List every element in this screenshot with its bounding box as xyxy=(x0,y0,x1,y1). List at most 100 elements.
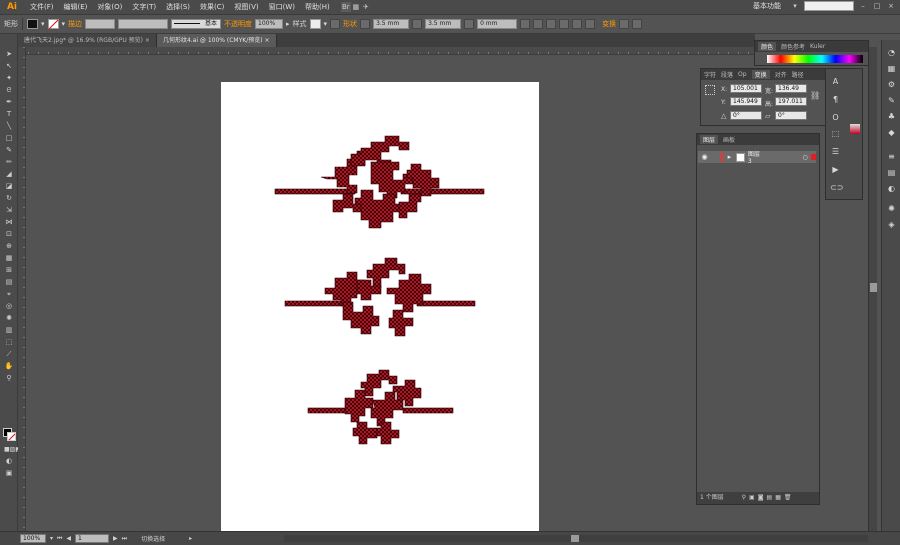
rectangle-tool-icon[interactable]: □ xyxy=(4,134,14,143)
brush-field[interactable]: 基本 xyxy=(171,19,222,29)
symbol-sprayer-tool-icon[interactable]: ✺ xyxy=(4,314,14,323)
panel-menu-icon[interactable] xyxy=(632,19,643,29)
align-center-icon[interactable] xyxy=(533,19,544,29)
layers-icon[interactable]: ◈ xyxy=(886,220,897,230)
tab-paragraph[interactable]: 段落 xyxy=(721,70,733,79)
tab-artboards[interactable]: 画板 xyxy=(723,135,735,144)
menu-help[interactable]: 帮助(H) xyxy=(300,2,335,12)
tab-pathfinder[interactable]: 路径 xyxy=(792,70,804,79)
sync-icon[interactable]: ✈ xyxy=(361,2,371,12)
link-icon[interactable] xyxy=(412,19,423,29)
shape-label[interactable]: 形状 xyxy=(343,19,357,29)
auspicious-cloud-3[interactable] xyxy=(307,369,454,445)
corner-radius-field[interactable]: 0 mm xyxy=(477,19,518,29)
align-top-icon[interactable] xyxy=(559,19,570,29)
selection-tool-icon[interactable]: ➤ xyxy=(4,50,14,59)
selection-indicator[interactable] xyxy=(810,154,817,160)
menu-window[interactable]: 窗口(W) xyxy=(264,2,300,12)
gradient-tool-icon[interactable]: ▤ xyxy=(4,278,14,287)
rotate-tool-icon[interactable]: ↻ xyxy=(4,194,14,203)
width-field[interactable]: 3.5 mm xyxy=(373,19,410,29)
isolate-icon[interactable] xyxy=(619,19,630,29)
transparency-icon[interactable]: ◐ xyxy=(886,184,897,194)
bridge-icon[interactable]: Br xyxy=(340,2,351,12)
minimize-icon[interactable]: – xyxy=(858,1,868,11)
x-field[interactable]: 105.001 xyxy=(730,84,762,93)
width-tool-icon[interactable]: ⋈ xyxy=(4,218,14,227)
chevron-down-icon[interactable]: ▾ xyxy=(62,20,66,28)
tab-opentype[interactable]: Op xyxy=(738,71,747,78)
lasso-tool-icon[interactable]: ᘓ xyxy=(4,86,14,95)
perspective-grid-tool-icon[interactable]: ▦ xyxy=(4,254,14,263)
scale-tool-icon[interactable]: ⇲ xyxy=(4,206,14,215)
pathfinder-icon[interactable]: ▶ xyxy=(830,165,841,175)
previous-artboard-icon[interactable]: ◀ xyxy=(66,535,71,542)
paintbrush-tool-icon[interactable]: ✎ xyxy=(4,146,14,155)
blend-tool-icon[interactable]: ◎ xyxy=(4,302,14,311)
line-tool-icon[interactable]: ╲ xyxy=(4,122,14,131)
shape-builder-tool-icon[interactable]: ⊕ xyxy=(4,242,14,251)
stroke-weight-field[interactable] xyxy=(85,19,116,29)
appearance-icon[interactable]: ✺ xyxy=(886,204,897,214)
chevron-down-icon[interactable]: ▾ xyxy=(790,1,800,11)
hand-tool-icon[interactable]: ✋ xyxy=(4,362,14,371)
chevron-down-icon[interactable]: ▾ xyxy=(50,535,53,542)
target-icon[interactable]: ○ xyxy=(802,154,807,161)
eraser-tool-icon[interactable]: ◪ xyxy=(4,182,14,191)
menu-object[interactable]: 对象(O) xyxy=(92,2,127,12)
tab-character[interactable]: 字符 xyxy=(704,70,716,79)
tab-document-2[interactable]: 几何形纹4.ai @ 100% (CMYK/预览) × xyxy=(156,34,277,47)
close-icon[interactable]: × xyxy=(145,37,150,44)
pen-tool-icon[interactable]: ✒ xyxy=(4,98,14,107)
arrange-icon[interactable]: ▦ xyxy=(351,2,361,12)
stroke-label[interactable]: 描边 xyxy=(68,19,82,29)
workspace-switcher[interactable]: 基本功能 xyxy=(748,1,786,11)
auspicious-cloud-2[interactable] xyxy=(284,257,476,337)
brushes-icon[interactable]: ✎ xyxy=(886,96,897,106)
menu-view[interactable]: 视图(V) xyxy=(229,2,263,12)
fill-swatch[interactable] xyxy=(27,19,38,29)
swatches-icon[interactable]: ⚙ xyxy=(886,80,897,90)
opacity-field[interactable]: 100% xyxy=(255,19,284,29)
color-mode-icons[interactable]: ■▨◩ xyxy=(4,445,21,454)
direct-selection-tool-icon[interactable]: ↖ xyxy=(4,62,14,71)
lock-toggle[interactable] xyxy=(711,153,718,161)
horizontal-ruler[interactable] xyxy=(18,47,868,55)
help-search-input[interactable] xyxy=(804,1,854,11)
eyedropper-tool-icon[interactable]: ⌖ xyxy=(4,290,14,299)
rotate-field[interactable]: 0° xyxy=(730,111,762,120)
chevron-down-icon[interactable]: ▾ xyxy=(41,20,45,28)
character-icon[interactable]: A xyxy=(830,77,841,87)
color-icon[interactable]: ◔ xyxy=(886,48,897,58)
graphic-styles-icon[interactable]: ◆ xyxy=(886,128,897,138)
layer-name[interactable]: 图层 3 xyxy=(748,149,764,165)
recolor-icon[interactable] xyxy=(330,19,341,29)
status-mode-text[interactable]: 切换选择 xyxy=(141,534,165,543)
footer-icons[interactable]: ⚲▣◙▤▦🗑 xyxy=(742,494,795,501)
last-artboard-icon[interactable]: ⏭ xyxy=(122,535,127,543)
corner-icon[interactable] xyxy=(464,19,475,29)
chevron-right-icon[interactable]: ▸ xyxy=(726,153,733,161)
opentype-icon[interactable]: O xyxy=(830,113,841,123)
zoom-field[interactable]: 100% xyxy=(20,534,46,543)
tab-color-guide[interactable]: 颜色参考 xyxy=(781,42,805,51)
artboard[interactable] xyxy=(221,82,539,531)
horizontal-scrollbar[interactable] xyxy=(284,535,868,542)
align-right-icon[interactable] xyxy=(546,19,557,29)
height-field[interactable]: 3.5 mm xyxy=(425,19,462,29)
next-artboard-icon[interactable]: ▶ xyxy=(113,535,118,542)
paragraph-icon[interactable]: ¶ xyxy=(830,95,841,105)
color-spectrum-bar[interactable] xyxy=(767,55,863,63)
blob-brush-tool-icon[interactable]: ◢ xyxy=(4,170,14,179)
layer-row[interactable]: ◉ ▸ 图层 3 ○ xyxy=(698,149,817,165)
maximize-icon[interactable]: □ xyxy=(872,1,882,11)
transform-icon[interactable]: ⬚ xyxy=(830,129,841,139)
scroll-thumb[interactable] xyxy=(571,535,579,542)
pencil-tool-icon[interactable]: ✏ xyxy=(4,158,14,167)
auspicious-cloud-1[interactable] xyxy=(274,135,485,229)
h-field[interactable]: 197.011 xyxy=(775,97,807,106)
chevron-right-icon[interactable]: ▸ xyxy=(286,20,290,28)
menu-edit[interactable]: 编辑(E) xyxy=(59,2,93,12)
menu-effect[interactable]: 效果(C) xyxy=(195,2,229,12)
menu-file[interactable]: 文件(F) xyxy=(25,2,59,12)
